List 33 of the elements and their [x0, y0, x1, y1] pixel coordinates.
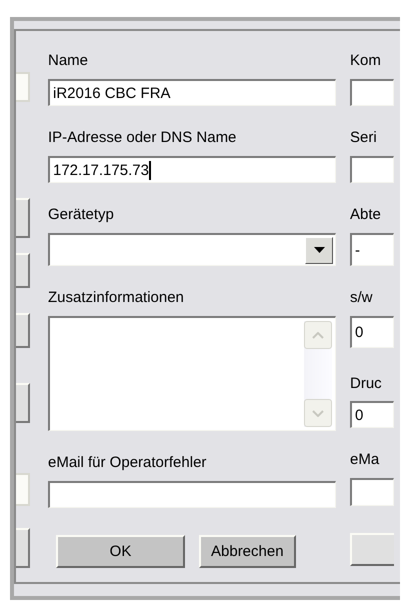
input-field[interactable]: 172.17.175.73 [48, 156, 336, 183]
field-label: eMa [350, 450, 380, 470]
input-field[interactable]: - [350, 233, 394, 266]
field-label: s/w [350, 288, 374, 308]
input-field[interactable]: iR2016 CBC FRA [48, 79, 336, 106]
side-button[interactable] [350, 533, 394, 566]
side-button[interactable] [16, 253, 30, 288]
side-button[interactable] [16, 198, 30, 238]
field-label: Abte [350, 205, 382, 225]
ok-button[interactable]: OK [56, 535, 185, 568]
field-label: IP-Adresse oder DNS Name [48, 128, 238, 148]
field-label: Druc [350, 374, 383, 394]
input-field[interactable] [350, 156, 394, 183]
side-button[interactable] [16, 383, 30, 423]
field-label: eMail für Operatorfehler [48, 453, 208, 473]
input-field[interactable] [350, 478, 394, 506]
field-label: Zusatzinformationen [48, 288, 185, 308]
side-button[interactable] [16, 313, 30, 348]
input-field[interactable]: 0 [350, 316, 394, 348]
field-label: Kom [350, 51, 382, 71]
input-field[interactable] [48, 481, 336, 508]
input-field[interactable] [350, 79, 394, 106]
input-field[interactable]: 0 [350, 401, 394, 428]
field-label: Name [48, 51, 90, 71]
field-label: Gerätetyp [48, 205, 115, 225]
cancel-button[interactable]: Abbrechen [199, 535, 296, 568]
scrollbar[interactable] [304, 321, 332, 427]
dropdown-button[interactable] [305, 236, 333, 264]
text-area[interactable] [48, 316, 336, 431]
caret-icon [314, 247, 324, 253]
side-button[interactable] [16, 528, 30, 568]
field-label: Seri [350, 128, 378, 148]
dropdown-field[interactable] [48, 233, 336, 266]
